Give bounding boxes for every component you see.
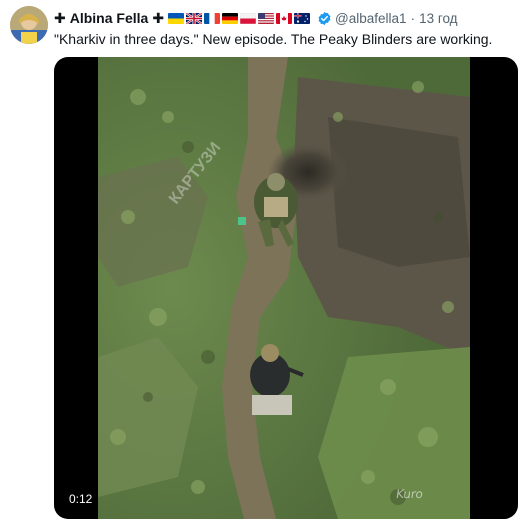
video-duration: 0:12 [66, 491, 96, 507]
display-name[interactable]: Albina Fella [70, 10, 149, 26]
flag-emoji-list [168, 12, 311, 24]
france-flag-icon [204, 12, 221, 24]
australia-flag-icon [294, 12, 311, 24]
cross-icon: ✚ [152, 9, 165, 26]
video-watermark-logo: Kuro [395, 487, 424, 501]
uk-flag-icon [186, 12, 203, 24]
separator-dot: · [410, 10, 416, 26]
video-player[interactable]: КАРТУЗИ Kuro 0:12 [54, 57, 518, 519]
germany-flag-icon [222, 12, 239, 24]
tweet: ✚ Albina Fella ✚ @albafella1 · 13 год "K… [0, 0, 528, 527]
tweet-header: ✚ Albina Fella ✚ @albafella1 · 13 год [54, 9, 458, 27]
tweet-text: "Kharkiv in three days." New episode. Th… [54, 31, 493, 47]
ukraine-flag-icon [168, 12, 185, 24]
cross-icon: ✚ [54, 9, 66, 26]
avatar[interactable] [10, 6, 48, 44]
timestamp[interactable]: 13 год [419, 11, 457, 26]
poland-flag-icon [240, 12, 257, 24]
user-handle[interactable]: @albafella1 [335, 11, 407, 26]
video-frame[interactable] [98, 57, 470, 519]
canada-flag-icon [276, 12, 293, 24]
usa-flag-icon [258, 12, 275, 24]
verified-badge-icon [317, 11, 332, 26]
